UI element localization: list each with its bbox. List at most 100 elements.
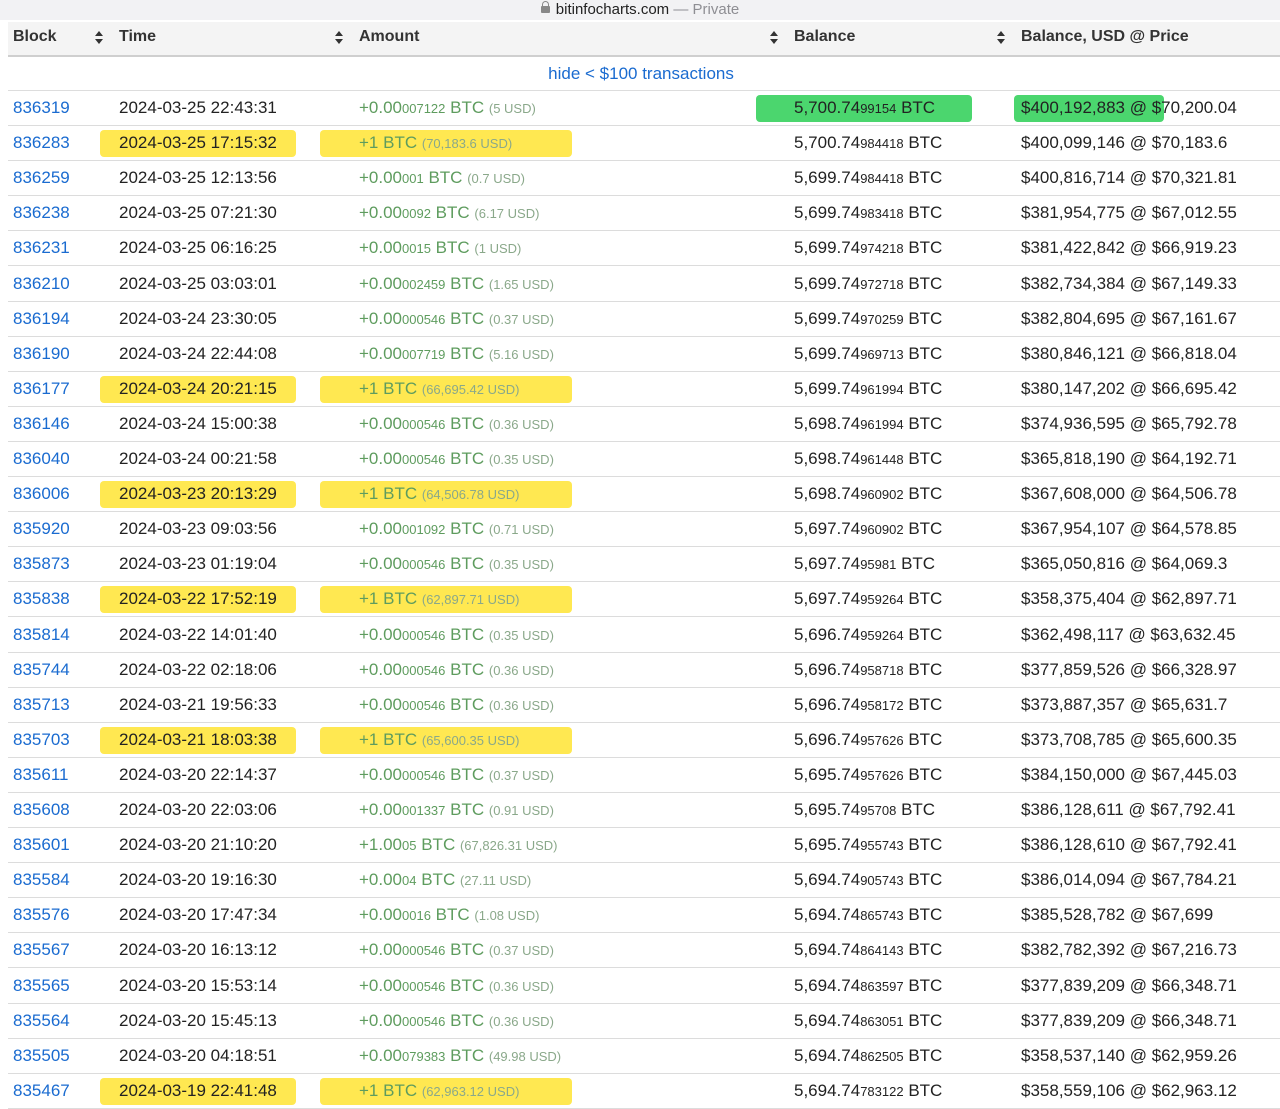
amount-usd: (70,183.6 USD) bbox=[421, 136, 513, 152]
amount-main: +0.00 bbox=[359, 800, 403, 819]
block-link[interactable]: 836231 bbox=[13, 231, 70, 265]
balance-small-digits: 95708 bbox=[860, 803, 897, 818]
block-link[interactable]: 835814 bbox=[13, 618, 70, 652]
balance-unit: BTC bbox=[908, 238, 943, 258]
block-link[interactable]: 835601 bbox=[13, 828, 70, 862]
table-row: 836231 2024-03-25 06:16:25 +0.000015 BTC (… bbox=[8, 231, 1280, 267]
amount-main: +0.00 bbox=[359, 975, 403, 995]
col-header-balance[interactable]: Balance bbox=[794, 22, 855, 55]
sort-icon-balance[interactable] bbox=[997, 31, 1006, 44]
balance-main: 5,696.74 bbox=[794, 624, 861, 644]
block-link[interactable]: 836259 bbox=[13, 161, 70, 195]
tx-amount: +1 BTC (62,897.71 USD) bbox=[359, 582, 519, 617]
block-link[interactable]: 836190 bbox=[13, 337, 70, 371]
tx-balance: 5,696.74958718 BTC bbox=[794, 653, 942, 688]
tx-balance: 5,697.74960902 BTC bbox=[794, 512, 942, 547]
tx-balance-usd: $377,859,526 @ $66,328.97 bbox=[1021, 659, 1237, 679]
tx-time: 2024-03-22 02:18:06 bbox=[119, 659, 277, 679]
tx-balance-usd: $367,954,107 @ $64,578.85 bbox=[1021, 519, 1237, 539]
tx-balance-usd: $381,954,775 @ $67,012.55 bbox=[1021, 203, 1237, 223]
block-link[interactable]: 835567 bbox=[13, 933, 70, 967]
balance-main: 5,697.74 bbox=[794, 519, 861, 539]
block-link[interactable]: 836146 bbox=[13, 407, 70, 441]
block-link[interactable]: 835920 bbox=[13, 512, 70, 546]
block-link[interactable]: 835565 bbox=[13, 969, 70, 1003]
tx-balance-usd: $400,816,714 @ $70,321.81 bbox=[1021, 168, 1237, 188]
balance-unit: BTC bbox=[908, 870, 943, 890]
col-header-time[interactable]: Time bbox=[119, 22, 156, 55]
tx-balance: 5,700.74984418 BTC bbox=[794, 126, 942, 161]
amount-usd: (49.98 USD) bbox=[488, 1048, 562, 1064]
balance-main: 5,699.74 bbox=[794, 343, 861, 363]
col-header-block[interactable]: Block bbox=[13, 22, 57, 55]
amount-unit: BTC bbox=[383, 378, 418, 398]
balance-small-digits: 958172 bbox=[860, 697, 904, 713]
tx-amount: +0.00007719 BTC (5.16 USD) bbox=[359, 337, 554, 372]
hide-small-transactions-link[interactable]: hide < $100 transactions bbox=[548, 64, 734, 83]
sort-icon-amount[interactable] bbox=[770, 31, 779, 44]
block-link[interactable]: 835611 bbox=[13, 758, 68, 792]
block-link[interactable]: 836283 bbox=[13, 126, 70, 160]
amount-usd: (1 USD) bbox=[474, 241, 522, 257]
col-header-amount[interactable]: Amount bbox=[359, 22, 419, 55]
tx-balance-usd: $382,804,695 @ $67,161.67 bbox=[1021, 308, 1237, 328]
block-link[interactable]: 835873 bbox=[13, 547, 70, 581]
amount-unit: BTC bbox=[428, 168, 463, 188]
block-link[interactable]: 836040 bbox=[13, 442, 70, 476]
block-link[interactable]: 835584 bbox=[13, 863, 70, 897]
tx-time: 2024-03-19 22:41:48 bbox=[119, 1080, 277, 1100]
amount-main: +1 bbox=[359, 1080, 379, 1100]
amount-unit: BTC bbox=[450, 554, 485, 574]
block-link[interactable]: 835703 bbox=[13, 723, 70, 757]
block-link[interactable]: 835467 bbox=[13, 1074, 70, 1108]
tx-time: 2024-03-25 07:21:30 bbox=[119, 203, 277, 223]
col-header-balance-usd[interactable]: Balance, USD @ Price bbox=[1021, 22, 1189, 55]
balance-unit: BTC bbox=[908, 378, 943, 398]
block-link[interactable]: 836006 bbox=[13, 477, 70, 511]
block-link[interactable]: 835576 bbox=[13, 898, 70, 932]
balance-small-digits: 969713 bbox=[860, 346, 904, 362]
block-link[interactable]: 835564 bbox=[13, 1004, 70, 1038]
block-link[interactable]: 835505 bbox=[13, 1039, 70, 1073]
balance-unit: BTC bbox=[901, 800, 936, 819]
sort-icon-time[interactable] bbox=[335, 31, 344, 44]
balance-unit: BTC bbox=[908, 1045, 943, 1065]
browser-url-bar[interactable]: bitinfocharts.com — Private bbox=[0, 0, 1280, 20]
balance-main: 5,695.74 bbox=[794, 835, 861, 855]
block-link[interactable]: 836238 bbox=[13, 196, 70, 230]
tx-balance: 5,695.74957626 BTC bbox=[794, 758, 942, 793]
block-link[interactable]: 835608 bbox=[13, 793, 70, 827]
tx-time: 2024-03-25 17:15:32 bbox=[119, 133, 277, 153]
tx-balance-usd: $380,147,202 @ $66,695.42 bbox=[1021, 378, 1237, 398]
block-link[interactable]: 836210 bbox=[13, 267, 70, 301]
block-link[interactable]: 836319 bbox=[13, 91, 70, 125]
amount-usd: (0.36 USD) bbox=[488, 662, 554, 678]
amount-unit: BTC bbox=[450, 273, 485, 293]
tx-time: 2024-03-24 20:21:15 bbox=[119, 378, 277, 398]
table-row: 835584 2024-03-20 19:16:30 +0.0004 BTC (27… bbox=[8, 863, 1280, 899]
balance-main: 5,697.74 bbox=[794, 589, 861, 609]
tx-amount: +0.00000546 BTC (0.36 USD) bbox=[359, 688, 554, 723]
block-link[interactable]: 836194 bbox=[13, 302, 70, 336]
amount-usd: (6.17 USD) bbox=[474, 206, 540, 222]
block-link[interactable]: 836177 bbox=[13, 372, 70, 406]
balance-unit: BTC bbox=[908, 1010, 943, 1030]
balance-main: 5,694.74 bbox=[794, 905, 861, 925]
amount-small-digits: 000546 bbox=[402, 452, 446, 467]
block-link[interactable]: 835838 bbox=[13, 582, 70, 616]
amount-main: +1 bbox=[359, 378, 379, 398]
amount-small-digits: 0016 bbox=[402, 908, 431, 924]
private-label: Private bbox=[692, 1, 740, 18]
tx-amount: +0.0004 BTC (27.11 USD) bbox=[359, 863, 531, 898]
amount-usd: (0.37 USD) bbox=[488, 767, 554, 783]
tx-time: 2024-03-24 22:44:08 bbox=[119, 343, 277, 363]
balance-main: 5,699.74 bbox=[794, 203, 861, 223]
amount-usd: (0.7 USD) bbox=[467, 171, 525, 187]
tx-balance: 5,698.74961448 BTC bbox=[794, 442, 942, 477]
tx-time: 2024-03-20 15:53:14 bbox=[119, 975, 277, 995]
sort-icon-block[interactable] bbox=[95, 31, 104, 44]
block-link[interactable]: 835713 bbox=[13, 688, 70, 722]
table-row: 835608 2024-03-20 22:03:06 +0.00001337 BTC… bbox=[8, 793, 1280, 828]
block-link[interactable]: 835744 bbox=[13, 653, 70, 687]
balance-unit: BTC bbox=[908, 168, 943, 188]
